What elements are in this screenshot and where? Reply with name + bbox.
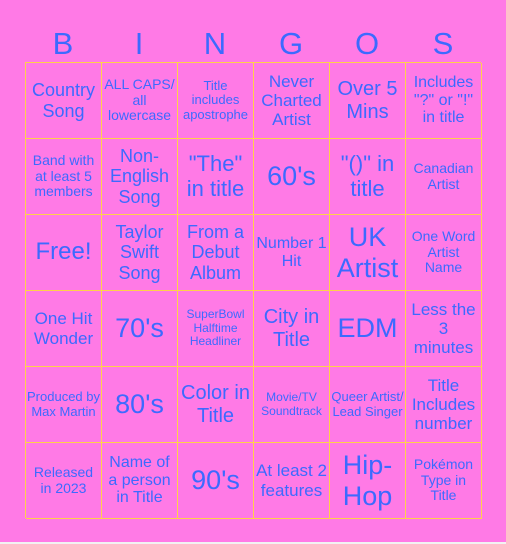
cell-text: Title includes apostrophe (182, 77, 249, 122)
cell-text: Less the 3 minutes (411, 299, 476, 358)
cell-text: Never Charted Artist (261, 71, 322, 130)
bingo-cell[interactable]: Non-English Song (102, 139, 178, 215)
cell-text: Free! (35, 238, 92, 266)
header-letter: S (432, 26, 454, 61)
bingo-cell[interactable]: EDM (330, 291, 406, 367)
header-letter: I (134, 26, 144, 61)
cell-text: Band with at least 5 members (32, 151, 95, 200)
bingo-cell[interactable]: Taylor Swift Song (102, 215, 178, 291)
cell-text: 70's (115, 313, 164, 344)
header-letter: B (52, 26, 74, 61)
cell-text: UK Artist (336, 222, 399, 283)
cell-text: "()" in title (340, 150, 395, 201)
bingo-cell[interactable]: 80's (102, 367, 178, 443)
cell-text: "The" in title (186, 150, 245, 201)
cell-text: Taylor Swift Song (115, 222, 164, 283)
bingo-cell[interactable]: 70's (102, 291, 178, 367)
cell-text: SuperBowl Halftime Headliner (186, 307, 245, 349)
bingo-cell[interactable]: One Hit Wonder (26, 291, 102, 367)
cell-text: EDM (337, 313, 398, 344)
cell-text: From a Debut Album (186, 222, 244, 283)
bingo-cell[interactable]: Name of a person in Title (102, 443, 178, 519)
cell-text: 60's (267, 161, 316, 192)
bingo-cell[interactable]: Country Song (26, 63, 102, 139)
bingo-board: Country Song ALL CAPS/ all lowercase Tit… (25, 62, 482, 519)
cell-text: Hip-Hop (342, 450, 393, 511)
bingo-cell[interactable]: Never Charted Artist (254, 63, 330, 139)
bingo-cell[interactable]: At least 2 features (254, 443, 330, 519)
cell-text: Queer Artist/ Lead Singer (331, 388, 404, 419)
cell-text: 80's (115, 389, 164, 420)
bingo-cell[interactable]: Over 5 Mins (330, 63, 406, 139)
cell-text: Produced by Max Martin (27, 388, 100, 419)
bingo-cell[interactable]: Released in 2023 (26, 443, 102, 519)
bingo-cell[interactable]: Free! (26, 215, 102, 291)
cell-text: One Word Artist Name (411, 227, 476, 276)
bingo-cell[interactable]: From a Debut Album (178, 215, 254, 291)
cell-text: Canadian Artist (413, 159, 474, 192)
bingo-cell[interactable]: Movie/TV Soundtrack (254, 367, 330, 443)
bingo-header: B I N G O S (25, 26, 481, 62)
cell-text: Movie/TV Soundtrack (261, 390, 322, 418)
header-letter: O (354, 26, 380, 61)
bingo-cell[interactable]: Number 1 Hit (254, 215, 330, 291)
bingo-cell[interactable]: Hip-Hop (330, 443, 406, 519)
cell-text: Over 5 Mins (337, 78, 398, 123)
cell-text: 90's (191, 465, 240, 496)
bingo-cell[interactable]: Less the 3 minutes (406, 291, 482, 367)
bingo-cell[interactable]: Title includes apostrophe (178, 63, 254, 139)
cell-text: City in Title (263, 306, 320, 351)
cell-text: Number 1 Hit (256, 234, 327, 270)
cell-text: Non-English Song (109, 146, 170, 207)
bingo-cell[interactable]: Band with at least 5 members (26, 139, 102, 215)
bingo-cell[interactable]: SuperBowl Halftime Headliner (178, 291, 254, 367)
bingo-cell[interactable]: Pokémon Type in Title (406, 443, 482, 519)
cell-text: Country Song (31, 80, 96, 121)
bingo-cell[interactable]: "The" in title (178, 139, 254, 215)
header-letter: N (203, 26, 227, 61)
cell-text: At least 2 features (256, 461, 327, 500)
bingo-cell[interactable]: UK Artist (330, 215, 406, 291)
bingo-cell[interactable]: Queer Artist/ Lead Singer (330, 367, 406, 443)
bingo-cell[interactable]: One Word Artist Name (406, 215, 482, 291)
cell-text: Title Includes number (411, 375, 476, 434)
header-letter: G (278, 26, 304, 61)
bingo-cell[interactable]: Title Includes number (406, 367, 482, 443)
bingo-cell[interactable]: "()" in title (330, 139, 406, 215)
bingo-cell[interactable]: Produced by Max Martin (26, 367, 102, 443)
cell-text: Name of a person in Title (108, 453, 171, 507)
cell-text: One Hit Wonder (33, 309, 94, 348)
cell-text: Released in 2023 (33, 463, 94, 496)
cell-text: Pokémon Type in Title (413, 455, 474, 504)
cell-text: Includes "?" or "!" in title (413, 73, 474, 127)
cell-text: ALL CAPS/ all lowercase (104, 75, 175, 124)
bingo-cell[interactable]: Includes "?" or "!" in title (406, 63, 482, 139)
cell-text: Color in Title (181, 382, 250, 427)
bingo-cell[interactable]: 60's (254, 139, 330, 215)
bingo-cell[interactable]: City in Title (254, 291, 330, 367)
bingo-cell[interactable]: ALL CAPS/ all lowercase (102, 63, 178, 139)
bingo-cell[interactable]: 90's (178, 443, 254, 519)
bingo-cell[interactable]: Canadian Artist (406, 139, 482, 215)
bingo-cell[interactable]: Color in Title (178, 367, 254, 443)
